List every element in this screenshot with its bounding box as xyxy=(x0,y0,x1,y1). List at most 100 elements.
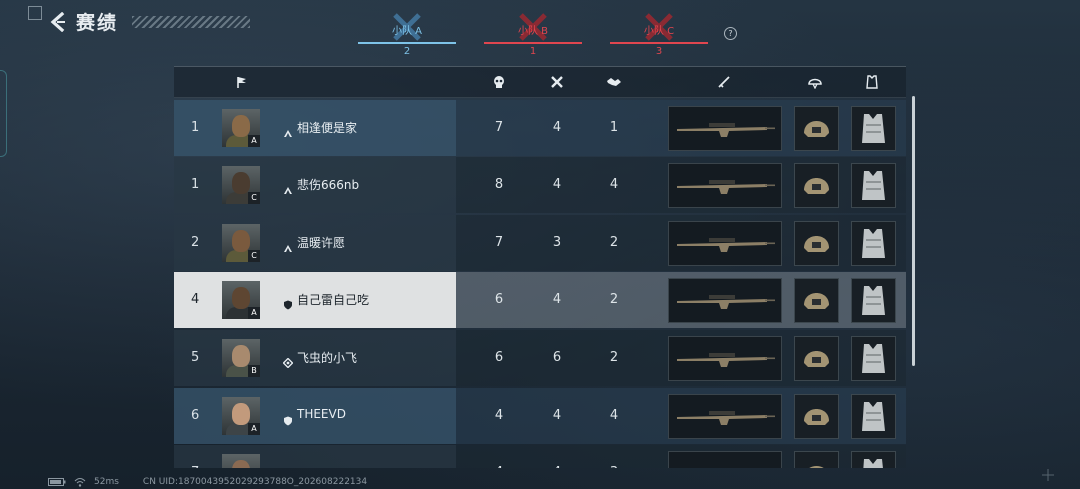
helmet-icon xyxy=(807,75,823,89)
kills-value: 8 xyxy=(494,177,504,193)
ping-readout: 52ms xyxy=(94,477,119,487)
squad-tab-3[interactable]: 小队 C 3 xyxy=(610,12,708,57)
squad-number: 3 xyxy=(655,46,663,57)
back-button[interactable] xyxy=(46,9,68,35)
player-name: THEEVD xyxy=(297,406,346,421)
squad-number: 1 xyxy=(529,46,537,57)
player-row[interactable]: 5 B 飞虫的小飞 6 6 2 xyxy=(174,329,906,386)
player-rank: 1 xyxy=(191,177,200,193)
player-row[interactable]: 1 C 悲伤666nb 8 4 4 xyxy=(174,157,906,214)
player-name: 飞虫的小飞 xyxy=(297,350,358,365)
armor-slot[interactable] xyxy=(851,220,896,266)
title-stripe-decoration xyxy=(132,15,251,28)
player-row[interactable]: 4 A 自己雷自己吃 6 4 2 xyxy=(174,272,906,329)
helmet-slot[interactable] xyxy=(794,451,839,468)
squad-badge: C xyxy=(248,192,260,205)
player-name: 自己雷自己吃 xyxy=(297,293,370,308)
diamond-rank-icon xyxy=(282,353,294,369)
weapon-slot[interactable] xyxy=(668,393,782,439)
squad-badge: B xyxy=(248,364,260,377)
squad-underline xyxy=(484,42,582,44)
squad-tab-1[interactable]: 小队 A 2 xyxy=(358,12,456,57)
helmet-slot[interactable] xyxy=(794,220,839,266)
armor-slot[interactable] xyxy=(851,105,896,151)
helmet-slot[interactable] xyxy=(794,105,839,151)
player-avatar[interactable]: C xyxy=(222,223,260,262)
armor-vest-icon xyxy=(862,401,885,431)
avatar-face xyxy=(232,287,250,310)
player-rank: 6 xyxy=(191,407,200,423)
help-button[interactable]: ? xyxy=(724,27,737,40)
squad-name: 小队 C xyxy=(643,26,675,37)
assists-value: 3 xyxy=(602,465,626,468)
plus-decoration-icon xyxy=(1042,469,1054,481)
player-rank: 1 xyxy=(191,119,200,135)
weapon-slot[interactable] xyxy=(668,335,782,381)
weapon-slot[interactable] xyxy=(668,220,782,266)
helmet-slot[interactable] xyxy=(794,393,839,439)
wifi-icon xyxy=(74,478,86,487)
kills-value: 6 xyxy=(494,292,504,308)
player-row[interactable]: 2 C 温暖许愿 7 3 2 xyxy=(174,214,906,271)
squad-number: 2 xyxy=(403,46,411,57)
armor-vest-icon xyxy=(862,113,885,143)
player-row[interactable]: 7 A 4 4 3 xyxy=(174,445,906,468)
kills-value: 7 xyxy=(494,234,504,250)
scrollbar[interactable] xyxy=(912,96,915,366)
kills-value: 4 xyxy=(487,465,511,468)
armor-vest-icon xyxy=(862,228,885,258)
armor-slot[interactable] xyxy=(851,278,896,324)
helmet-icon xyxy=(804,235,829,252)
armor-slot[interactable] xyxy=(851,163,896,209)
table-header xyxy=(174,66,906,98)
weapon-slot[interactable] xyxy=(668,278,782,324)
helmet-icon xyxy=(809,466,824,468)
player-name: 温暖许愿 xyxy=(297,235,346,250)
armor-vest-icon xyxy=(863,459,883,468)
user-uid: CN UID:1870043952029293788O_202608222134 xyxy=(142,477,368,487)
squad-badge: A xyxy=(248,134,260,147)
shield-rank-icon xyxy=(283,295,293,310)
side-edge-tab[interactable] xyxy=(0,70,7,157)
page-title: 赛绩 xyxy=(76,12,119,34)
player-rank: 4 xyxy=(191,292,200,308)
weapon-icon xyxy=(716,75,732,89)
flag-icon xyxy=(234,75,250,89)
player-avatar[interactable]: A xyxy=(222,281,260,320)
player-avatar[interactable]: A xyxy=(222,454,260,468)
weapon-slot[interactable] xyxy=(668,163,782,209)
avatar-face xyxy=(232,229,250,252)
helmet-icon xyxy=(804,120,829,137)
helmet-slot[interactable] xyxy=(794,163,839,209)
battery-icon xyxy=(48,478,66,486)
avatar-face xyxy=(232,114,250,137)
squad-tab-2[interactable]: 小队 B 1 xyxy=(484,12,582,57)
chevron-rank-icon xyxy=(283,238,293,252)
weapon-slot[interactable] xyxy=(668,451,782,468)
player-row[interactable]: 1 A 相逢便是家 7 4 1 xyxy=(174,99,906,156)
avatar-face xyxy=(232,460,250,468)
helmet-icon xyxy=(804,178,829,195)
player-avatar[interactable]: A xyxy=(222,396,260,435)
player-avatar[interactable]: A xyxy=(222,108,260,147)
back-arrow-icon xyxy=(50,11,65,32)
deaths-value: 4 xyxy=(552,292,562,308)
armor-slot[interactable] xyxy=(851,451,896,468)
helmet-slot[interactable] xyxy=(794,278,839,324)
assists-value: 2 xyxy=(609,292,619,308)
sniper-rifle-icon xyxy=(677,410,775,425)
armor-slot[interactable] xyxy=(851,335,896,381)
armor-vest-icon xyxy=(862,171,885,201)
squad-name: 小队 B xyxy=(517,26,549,37)
sniper-rifle-icon xyxy=(677,352,775,367)
kills-skull-icon xyxy=(491,75,507,89)
sniper-rifle-icon xyxy=(677,237,775,252)
weapon-slot[interactable] xyxy=(668,105,782,151)
deaths-value: 4 xyxy=(552,177,562,193)
player-avatar[interactable]: C xyxy=(222,166,260,205)
player-row[interactable]: 6 A THEEVD 4 4 4 xyxy=(174,387,906,444)
player-avatar[interactable]: B xyxy=(222,338,260,377)
helmet-slot[interactable] xyxy=(794,335,839,381)
armor-slot[interactable] xyxy=(851,393,896,439)
assists-value: 2 xyxy=(609,349,619,365)
